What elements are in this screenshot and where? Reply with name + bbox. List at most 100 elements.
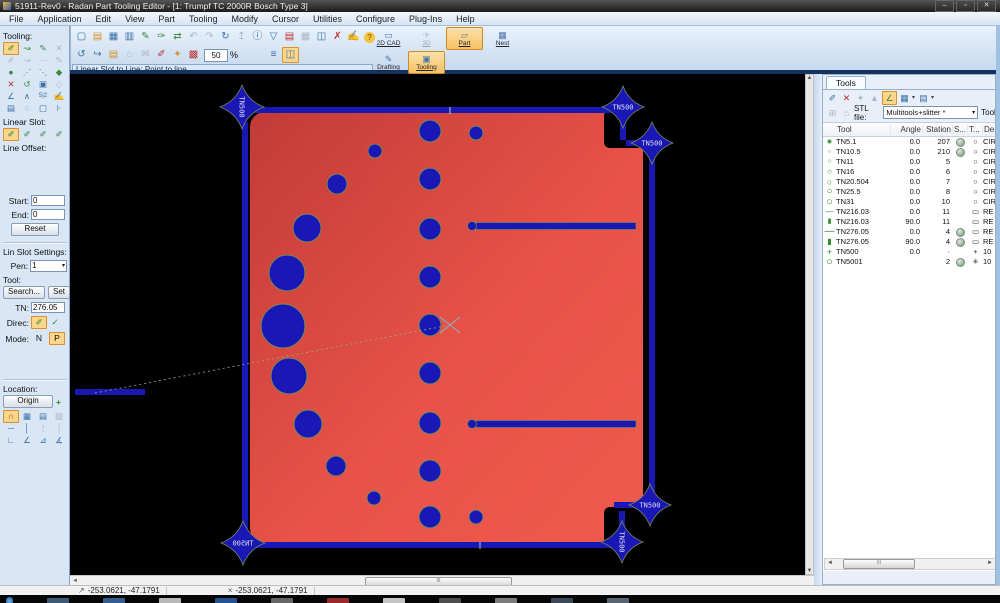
panel-splitter[interactable]	[814, 74, 822, 585]
linear-slot-icon-2[interactable]: ✐	[19, 128, 35, 141]
mode-part[interactable]: ▱Part	[446, 27, 483, 50]
info-icon[interactable]: ⓘ	[250, 30, 265, 44]
linear-slot-icon-3[interactable]: ✐	[35, 128, 51, 141]
sheet-icon[interactable]: ▤	[106, 48, 121, 62]
taskbar-app-icon[interactable]	[551, 598, 573, 603]
menu-help[interactable]: Help	[449, 13, 482, 25]
undo-icon[interactable]: ↶	[186, 30, 201, 44]
location-icon-9[interactable]: ∟	[3, 434, 19, 447]
tooling-icon-23[interactable]: ▢	[35, 102, 51, 115]
edit-tool-icon[interactable]: ✐	[826, 92, 839, 104]
taskbar-app-icon[interactable]	[159, 598, 181, 603]
menu-cursor[interactable]: Cursor	[265, 13, 306, 25]
window-icon[interactable]: ◫	[314, 30, 329, 44]
tab-tools[interactable]: Tools	[826, 76, 866, 89]
menu-edit[interactable]: Edit	[89, 13, 119, 25]
column-header-station[interactable]: Station	[923, 125, 953, 134]
taskbar-app-icon[interactable]	[103, 598, 125, 603]
add-sheet-icon[interactable]: ⊞	[826, 107, 839, 119]
menu-utilities[interactable]: Utilities	[306, 13, 349, 25]
taskbar-app-icon[interactable]	[439, 598, 461, 603]
jump-icon[interactable]: ↪	[90, 48, 105, 62]
pattern-icon[interactable]: ▩	[186, 48, 201, 62]
scroll-right-icon[interactable]: ►	[987, 559, 993, 567]
minimize-button[interactable]: –	[935, 0, 954, 12]
menu-plug-ins[interactable]: Plug-Ins	[402, 13, 449, 25]
mode-drafting[interactable]: ✎Drafting	[370, 51, 407, 74]
table-row[interactable]: ○TN160.06○CIR	[823, 167, 995, 177]
menu-view[interactable]: View	[118, 13, 151, 25]
taskbar-app-icon[interactable]	[271, 598, 293, 603]
column-header-s[interactable]: S...	[953, 125, 968, 134]
origin-plus-icon[interactable]: +	[56, 397, 61, 407]
tooling-icon-24[interactable]: ⊦	[51, 102, 67, 115]
location-icon-10[interactable]: ∠	[19, 434, 35, 447]
mode-3d[interactable]: ✈3D	[408, 27, 445, 50]
pointer-help-icon[interactable]: ✍	[346, 30, 361, 44]
search-button[interactable]: Search...	[3, 286, 45, 299]
close-button[interactable]: ✕	[977, 0, 996, 12]
menu-modify[interactable]: Modify	[224, 13, 265, 25]
drawing-canvas[interactable]: TN500TN500TN500TN500TN500TN500	[70, 74, 805, 575]
table-row[interactable]: ○TN110.05○CIR	[823, 157, 995, 167]
reset-button[interactable]: Reset	[11, 223, 59, 236]
direc-icon-1[interactable]: ✐	[31, 316, 47, 329]
home-icon[interactable]: ⌂	[122, 48, 137, 62]
taskbar-app-icon[interactable]	[607, 598, 629, 603]
redo-icon[interactable]: ↷	[202, 30, 217, 44]
angle-sort-icon[interactable]: ∠	[882, 91, 897, 105]
lines-icon[interactable]: ≡	[266, 48, 281, 62]
mail-icon[interactable]: ✉	[138, 48, 153, 62]
column-header-tool[interactable]: Tool	[836, 125, 891, 134]
up-icon[interactable]: ↥	[234, 30, 249, 44]
clipboard-icon[interactable]: ▤	[282, 30, 297, 44]
library-icon[interactable]: ⌂	[840, 107, 853, 119]
stl-file-select[interactable]: Multitools+slitter * ▾	[883, 106, 978, 119]
menu-configure[interactable]: Configure	[349, 13, 402, 25]
table-row[interactable]: ○TN25.50.08○CIR	[823, 187, 995, 197]
table-horizontal-scrollbar[interactable]: ◄ III ►	[824, 558, 995, 570]
menu-tooling[interactable]: Tooling	[182, 13, 225, 25]
tooling-icon-21[interactable]: ▤	[3, 102, 19, 115]
mode-nest[interactable]: ▦Nest	[484, 27, 521, 50]
table-row[interactable]: ▮TN276.0590.04▭RE	[823, 237, 995, 247]
set-button[interactable]: Set	[48, 286, 70, 299]
end-input[interactable]: 0	[31, 209, 65, 220]
mode-option-n[interactable]: N	[31, 332, 47, 345]
scroll-left-icon[interactable]: ◄	[72, 577, 78, 585]
delete-tool-icon[interactable]: ✕	[840, 92, 853, 104]
table-row[interactable]: —TN276.050.04▭RE	[823, 227, 995, 237]
mode-2d-cad[interactable]: ▭2D CAD	[370, 27, 407, 50]
origin-button[interactable]: Origin	[3, 395, 53, 408]
location-icon-12[interactable]: ∡	[51, 434, 67, 447]
view-list-icon[interactable]: ▤	[917, 92, 930, 104]
canvas-vertical-scrollbar[interactable]: ▲▼	[805, 74, 814, 575]
direc-icon-2[interactable]: ✓	[47, 316, 63, 329]
mode-tooling[interactable]: ▣Tooling	[408, 51, 445, 74]
column-header-t[interactable]: T...	[968, 125, 983, 134]
open-icon[interactable]: ▤	[90, 30, 105, 44]
table-row[interactable]: ▮TN216.0390.011▭RE	[823, 217, 995, 227]
zoom-input[interactable]: 50	[204, 49, 228, 62]
annotate-icon[interactable]: ✑	[154, 30, 169, 44]
print-icon[interactable]: ▥	[122, 30, 137, 44]
chevron-down-icon[interactable]: ▾	[912, 94, 915, 101]
frame-view-icon[interactable]: ◫	[282, 47, 299, 63]
pen-icon[interactable]: ✐	[154, 48, 169, 62]
windows-taskbar[interactable]	[0, 595, 1000, 603]
chevron-down-icon[interactable]: ▾	[931, 94, 934, 101]
start-button[interactable]	[6, 597, 13, 603]
grid-icon[interactable]: ▦	[298, 30, 313, 44]
swap-icon[interactable]: ⇄	[170, 30, 185, 44]
pen-select[interactable]: 1 ▾	[30, 260, 67, 272]
scrollbar-thumb[interactable]: III	[843, 559, 915, 569]
taskbar-app-icon[interactable]	[383, 598, 405, 603]
menu-part[interactable]: Part	[151, 13, 182, 25]
table-row[interactable]: ○TN50012✳10	[823, 257, 995, 267]
linear-slot-icon-1[interactable]: ✐	[3, 128, 19, 141]
column-header-angle[interactable]: Angle	[891, 125, 923, 134]
favorite-icon[interactable]: ✦	[854, 92, 867, 104]
tn-input[interactable]: 276.05	[31, 302, 65, 313]
pin-icon[interactable]: ▲	[868, 92, 881, 104]
delete-user-icon[interactable]: ✗	[330, 30, 345, 44]
